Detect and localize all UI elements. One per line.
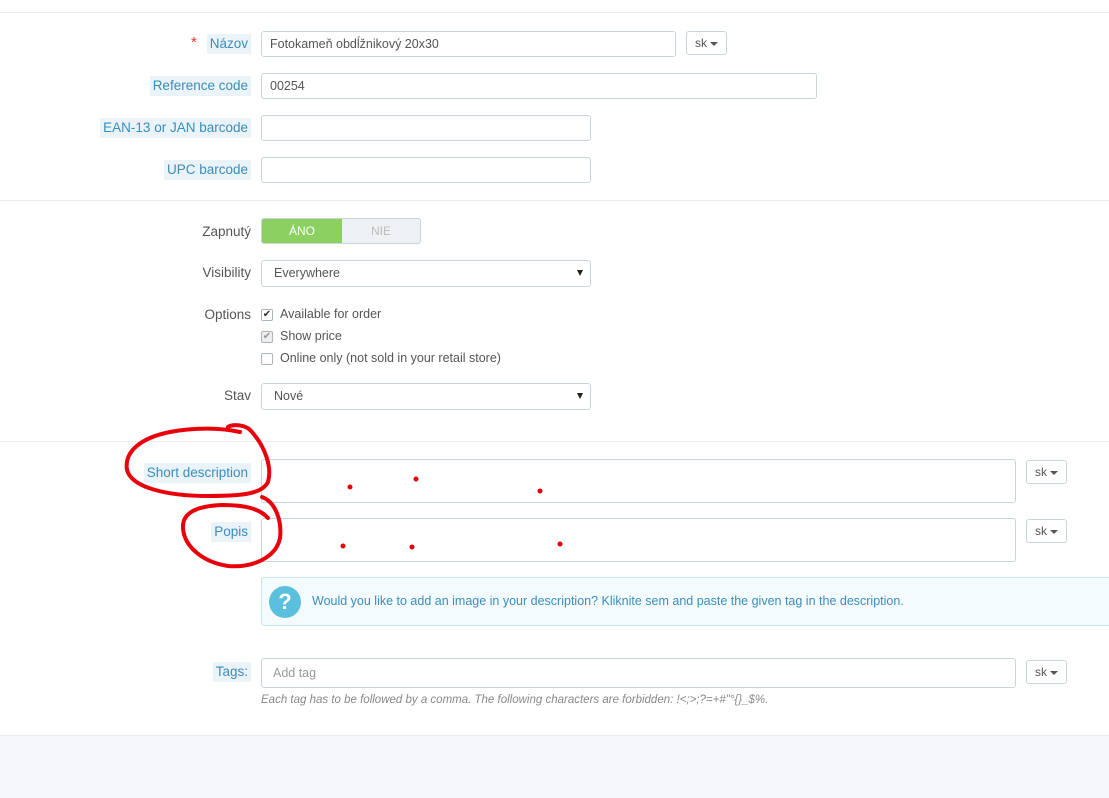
short-description-lang-dropdown[interactable]: sk [1026,460,1067,484]
description-label: Popis [211,522,251,542]
reference-input[interactable]: 00254 [261,73,817,99]
product-form-panel: * Názov Fotokameň obdĺžnikový 20x30 sk R… [0,0,1109,736]
lang-code: sk [1035,465,1047,479]
caret-down-icon [1050,471,1058,475]
dropdown-arrow-icon [577,270,583,276]
name-label: Názov [206,34,251,54]
short-description-editor[interactable] [261,459,1016,503]
divider [0,12,1109,13]
required-asterisk: * [191,34,197,51]
ean13-input[interactable] [261,115,591,141]
upc-input[interactable] [261,157,591,183]
description-editor[interactable] [261,518,1016,562]
image-hint-alert: ? Would you like to add an image in your… [261,577,1109,626]
image-hint-text[interactable]: Would you like to add an image in your d… [312,594,904,608]
lang-code: sk [1035,524,1047,538]
enabled-toggle[interactable]: ÁNO NIE [261,218,421,244]
tags-label: Tags: [212,662,251,682]
tags-lang-dropdown[interactable]: sk [1026,660,1067,684]
show-price-checkbox[interactable]: ✔ [261,331,273,343]
condition-value: Nové [274,389,304,403]
question-icon: ? [269,586,301,618]
name-lang-dropdown[interactable]: sk [686,31,727,55]
online-only-checkbox[interactable] [261,353,273,365]
caret-down-icon [1050,671,1058,675]
tags-input[interactable]: Add tag [261,658,1016,688]
condition-select[interactable]: Nové [261,383,591,410]
lang-code: sk [695,36,707,50]
dropdown-arrow-icon [577,393,583,399]
caret-down-icon [1050,530,1058,534]
online-only-label[interactable]: Online only (not sold in your retail sto… [280,350,501,366]
toggle-yes[interactable]: ÁNO [262,219,342,243]
options-label: Options [204,307,251,322]
visibility-select[interactable]: Everywhere [261,260,591,287]
lang-code: sk [1035,665,1047,679]
ean13-label: EAN-13 or JAN barcode [100,118,251,138]
tags-help-text: Each tag has to be followed by a comma. … [261,694,769,706]
visibility-value: Everywhere [274,266,340,280]
description-lang-dropdown[interactable]: sk [1026,519,1067,543]
caret-down-icon [710,42,718,46]
show-price-label[interactable]: Show price [280,328,342,344]
condition-label: Stav [223,388,251,403]
visibility-label: Visibility [202,265,251,280]
short-description-label: Short description [143,463,251,483]
reference-label: Reference code [149,76,251,96]
divider [0,441,1109,442]
enabled-label: Zapnutý [202,224,251,239]
upc-label: UPC barcode [163,160,251,180]
available-for-order-checkbox[interactable]: ✔ [261,309,273,321]
available-for-order-label[interactable]: Available for order [280,306,381,322]
divider [0,200,1109,201]
toggle-no[interactable]: NIE [342,219,420,243]
name-input[interactable]: Fotokameň obdĺžnikový 20x30 [261,31,676,57]
